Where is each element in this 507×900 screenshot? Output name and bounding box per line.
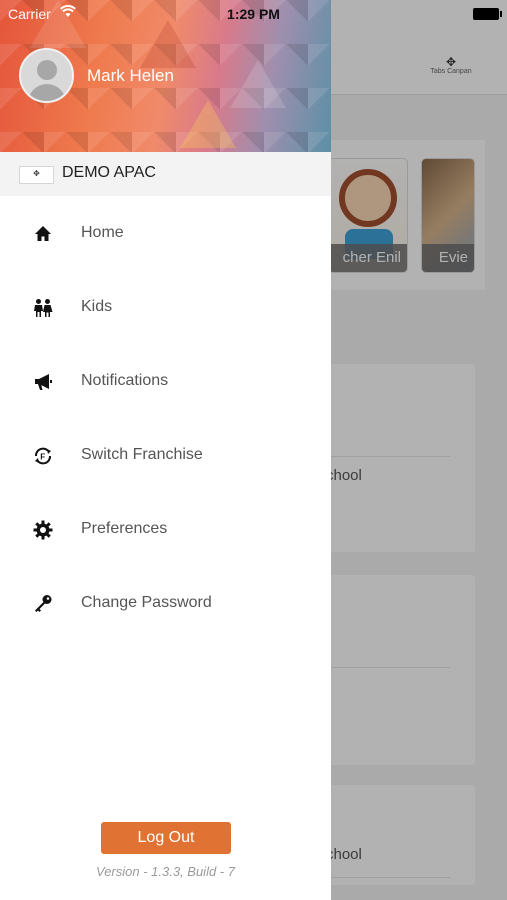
status-time: 1:29 PM bbox=[227, 6, 280, 22]
menu-item-preferences[interactable]: Preferences bbox=[0, 492, 331, 566]
menu-item-switch-franchise[interactable]: F Switch Franchise bbox=[0, 418, 331, 492]
battery-icon bbox=[473, 8, 502, 20]
version-label: Version - 1.3.3, Build - 7 bbox=[96, 864, 235, 879]
status-bar: Carrier 1:29 PM bbox=[0, 0, 507, 28]
avatar-body-icon bbox=[28, 84, 66, 101]
avatar-head-icon bbox=[37, 60, 57, 80]
menu-item-label: Kids bbox=[81, 298, 113, 315]
menu-item-label: Change Password bbox=[81, 594, 212, 611]
logout-button[interactable]: Log Out bbox=[101, 822, 231, 854]
menu-item-home[interactable]: Home bbox=[0, 196, 331, 270]
gear-icon bbox=[32, 519, 54, 541]
home-icon bbox=[32, 223, 54, 245]
franchise-name: DEMO APAC bbox=[62, 164, 156, 181]
svg-text:F: F bbox=[40, 453, 45, 462]
header-pattern bbox=[180, 100, 236, 148]
megaphone-icon bbox=[32, 371, 54, 393]
side-drawer: Mark Helen ✥ DEMO APAC Home Kids Notific… bbox=[0, 0, 331, 900]
user-name: Mark Helen bbox=[87, 66, 174, 85]
menu-item-change-password[interactable]: Change Password bbox=[0, 566, 331, 640]
franchise-logo-icon: ✥ bbox=[19, 166, 54, 184]
menu-item-label: Preferences bbox=[81, 520, 168, 537]
menu-item-label: Home bbox=[81, 224, 124, 241]
avatar[interactable] bbox=[19, 48, 74, 103]
header-pattern bbox=[230, 60, 286, 108]
key-icon bbox=[32, 593, 54, 615]
menu-item-kids[interactable]: Kids bbox=[0, 270, 331, 344]
switch-franchise-icon: F bbox=[32, 445, 54, 467]
menu-item-label: Notifications bbox=[81, 372, 169, 389]
kids-icon bbox=[32, 297, 54, 319]
menu-item-notifications[interactable]: Notifications bbox=[0, 344, 331, 418]
franchise-bar[interactable]: ✥ DEMO APAC bbox=[0, 152, 331, 196]
menu-item-label: Switch Franchise bbox=[81, 446, 203, 463]
